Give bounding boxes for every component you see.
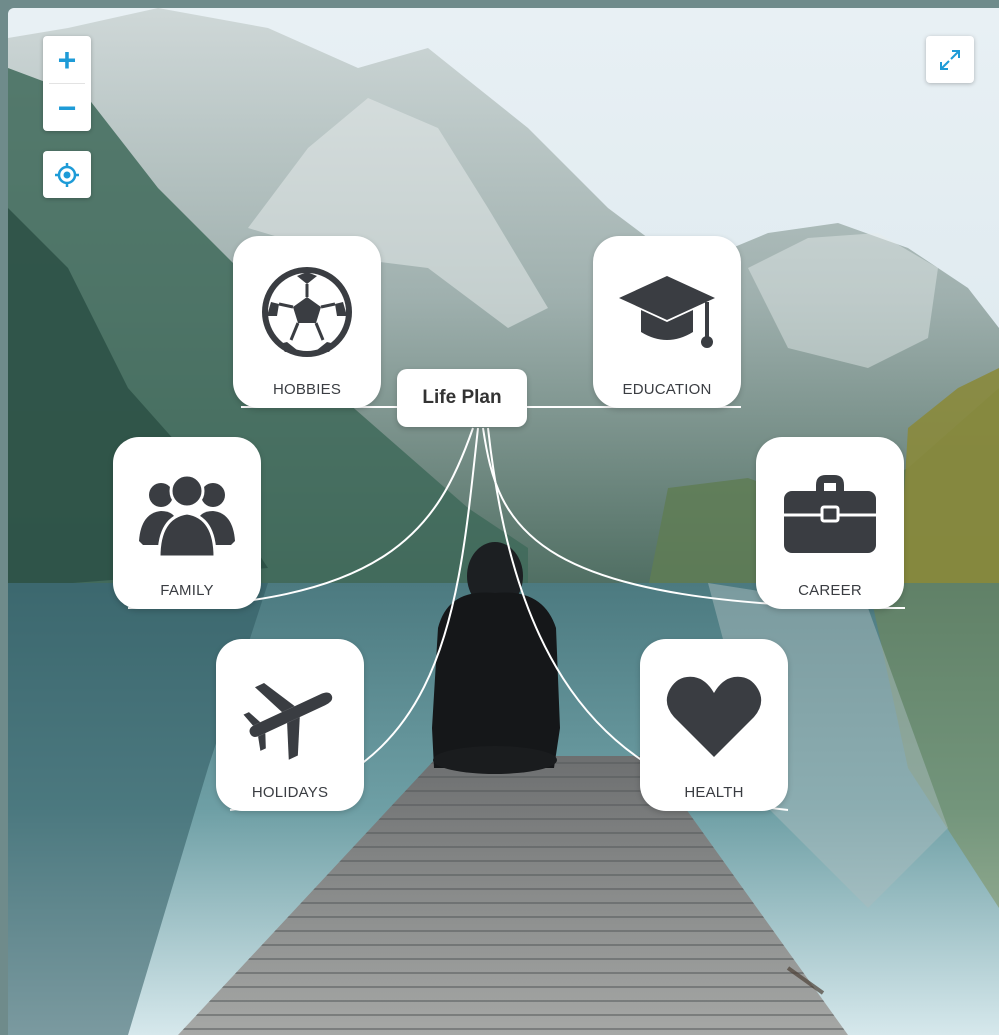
node-label: FAMILY <box>160 582 214 599</box>
zoom-in-button[interactable]: + <box>43 36 91 83</box>
node-label: HOLIDAYS <box>251 784 329 801</box>
fullscreen-button[interactable] <box>926 36 974 83</box>
node-health[interactable]: HEALTH <box>640 639 788 811</box>
node-label: HEALTH <box>684 784 744 801</box>
zoom-out-button[interactable]: − <box>43 84 91 131</box>
node-label: CAREER <box>798 582 862 599</box>
graduation-cap-icon <box>619 276 715 348</box>
heart-icon <box>666 676 762 757</box>
node-family[interactable]: FAMILY <box>113 437 261 609</box>
node-career[interactable]: CAREER <box>756 437 904 609</box>
node-hobbies[interactable]: HOBBIES <box>233 236 381 408</box>
node-holidays[interactable]: HOLIDAYS <box>216 639 364 811</box>
node-label: EDUCATION <box>622 381 712 398</box>
node-education[interactable]: EDUCATION <box>593 236 741 408</box>
root-node-life-plan[interactable]: Life Plan <box>397 369 527 427</box>
zoom-control: + − <box>43 36 91 131</box>
crosshair-icon <box>55 162 79 187</box>
node-label: HOBBIES <box>272 381 342 398</box>
group-icon <box>139 473 235 559</box>
briefcase-icon <box>784 475 876 553</box>
mind-map-canvas[interactable]: HOBBIES EDUCATION FAMILY CAREER HOLIDAYS… <box>8 8 999 1035</box>
center-view-button[interactable] <box>43 151 91 198</box>
airplane-icon <box>243 682 333 760</box>
soccer-ball-icon <box>262 267 352 357</box>
expand-icon <box>940 49 960 70</box>
